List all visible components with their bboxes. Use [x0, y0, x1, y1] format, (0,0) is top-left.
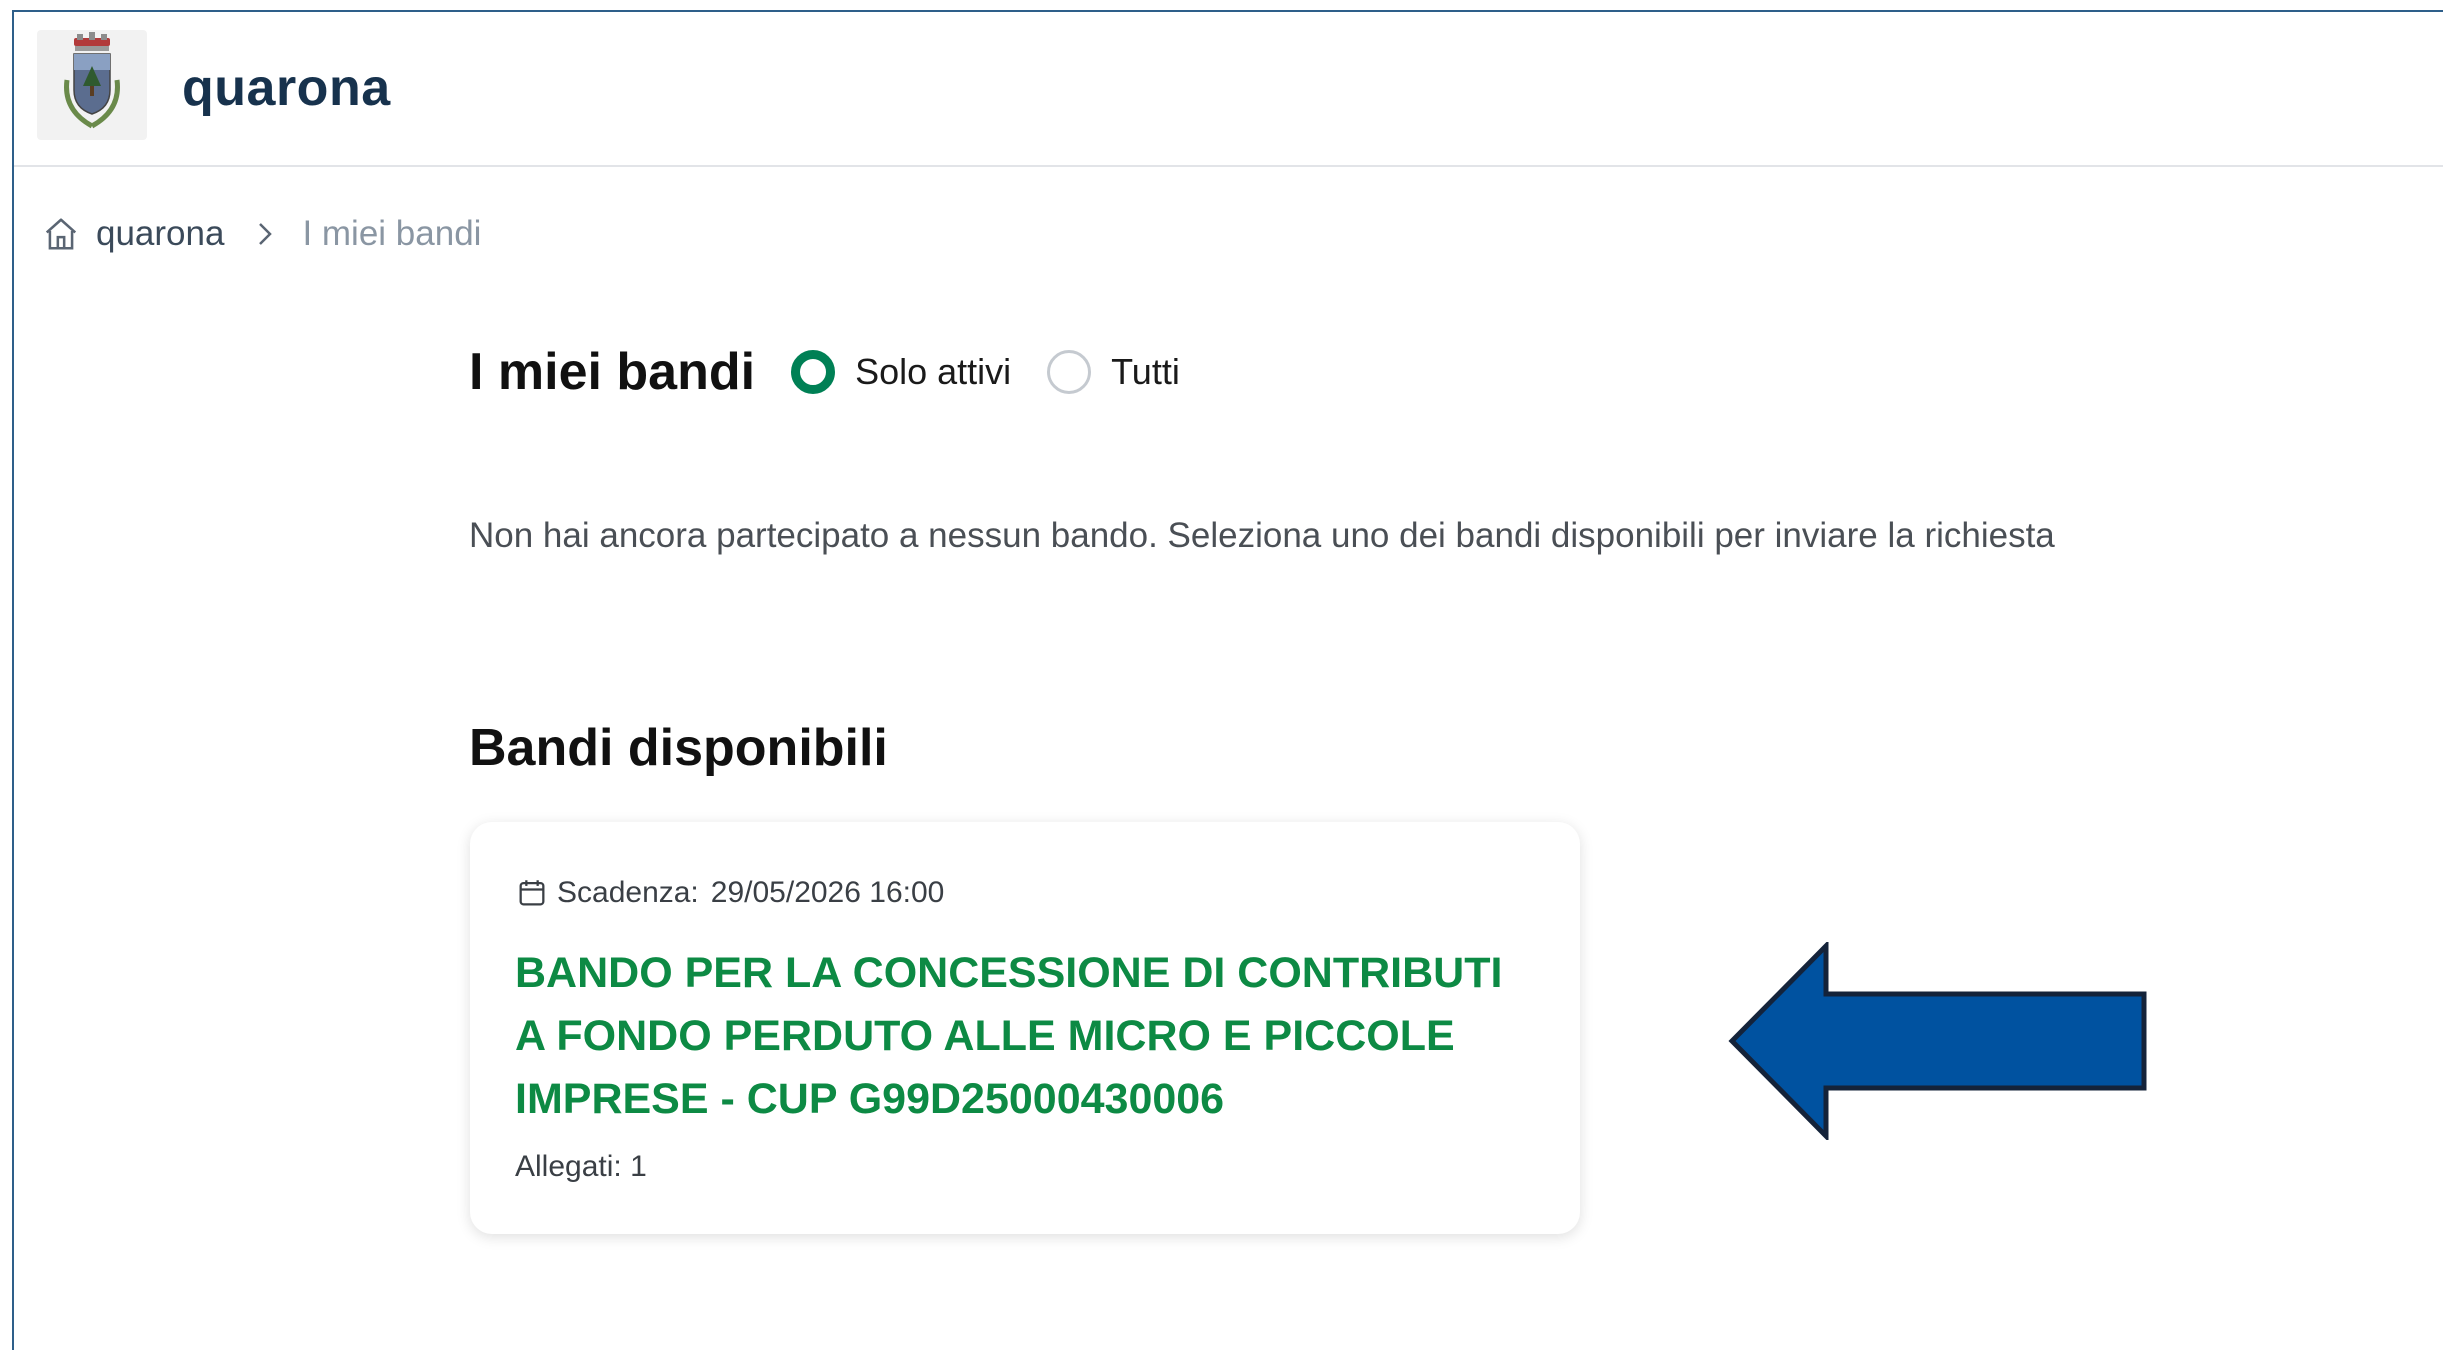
breadcrumb: quarona I miei bandi	[42, 208, 481, 260]
app-title[interactable]: quarona	[182, 58, 391, 118]
call-attachments: Allegati: 1	[515, 1150, 647, 1183]
filter-all-label[interactable]: Tutti	[1111, 351, 1180, 393]
deadline-value: 29/05/2026 16:00	[710, 876, 945, 909]
my-calls-header: I miei bandi Solo attivi Tutti	[469, 336, 1216, 408]
breadcrumb-home-link[interactable]: quarona	[96, 214, 224, 254]
filter-all[interactable]: Tutti	[1047, 350, 1180, 394]
calendar-icon	[519, 880, 545, 906]
available-calls-title: Bandi disponibili	[469, 719, 888, 777]
chevron-right-icon	[259, 223, 273, 245]
breadcrumb-current: I miei bandi	[302, 214, 482, 253]
app-header: quarona	[14, 12, 2443, 167]
filter-active-only-label[interactable]: Solo attivi	[855, 351, 1011, 393]
my-calls-title: I miei bandi	[469, 343, 756, 401]
left-arrow-annotation-icon	[1728, 942, 2147, 1140]
coat-of-arms-icon	[64, 32, 120, 129]
logo[interactable]	[37, 30, 147, 140]
deadline-label: Scadenza:	[557, 876, 699, 909]
home-icon[interactable]	[42, 215, 80, 253]
filter-active-only[interactable]: Solo attivi	[791, 350, 1011, 394]
call-title-link[interactable]: BANDO PER LA CONCESSIONE DI CONTRIBUTI A…	[515, 942, 1535, 1131]
empty-state-message: Non hai ancora partecipato a nessun band…	[469, 516, 2055, 555]
call-card[interactable]: Scadenza: 29/05/2026 16:00 BANDO PER LA …	[470, 822, 1580, 1234]
radio-unselected-icon[interactable]	[1047, 350, 1092, 394]
radio-selected-icon[interactable]	[791, 350, 836, 394]
call-deadline: Scadenza: 29/05/2026 16:00	[515, 876, 944, 910]
